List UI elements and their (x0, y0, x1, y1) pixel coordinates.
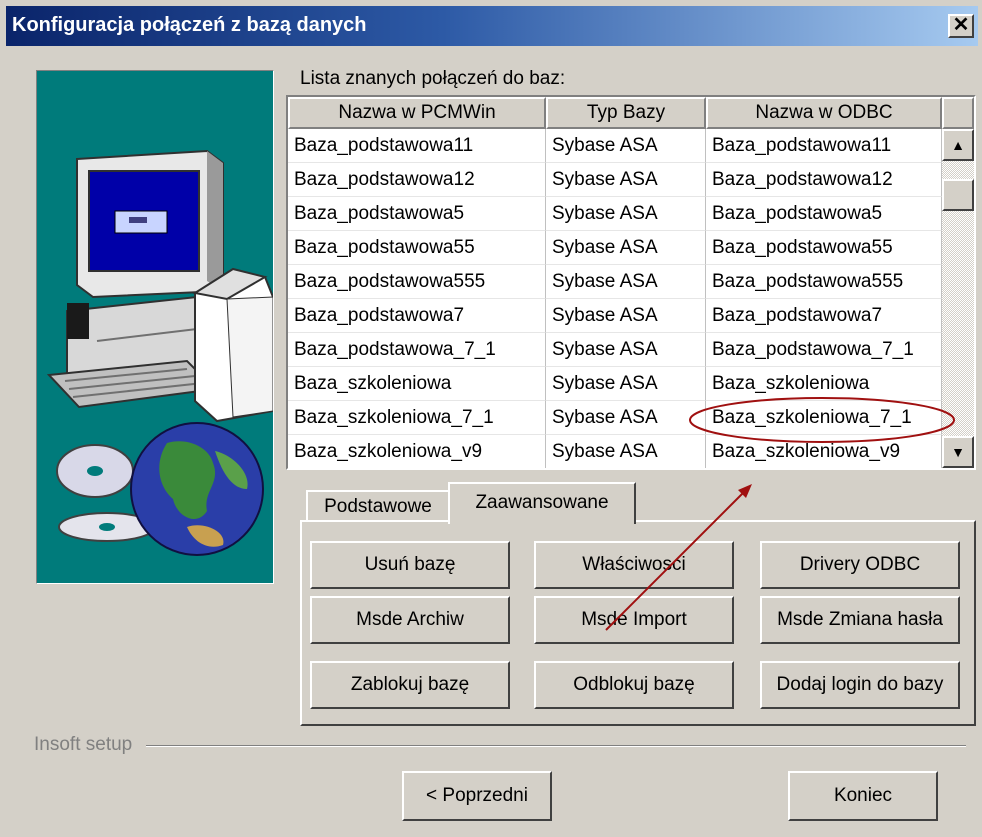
group-label: Insoft setup (34, 734, 133, 755)
annotation-overlay (605, 397, 955, 631)
back-button[interactable]: < Poprzedni (402, 771, 552, 821)
annotation-ellipse (689, 397, 955, 443)
group-separator (146, 745, 966, 747)
tab-advanced[interactable]: Zaawansowane (448, 482, 636, 524)
dialog-window: Konfiguracja połączeń z bazą danych ✕ Li… (0, 0, 982, 837)
finish-button[interactable]: Koniec (788, 771, 938, 821)
